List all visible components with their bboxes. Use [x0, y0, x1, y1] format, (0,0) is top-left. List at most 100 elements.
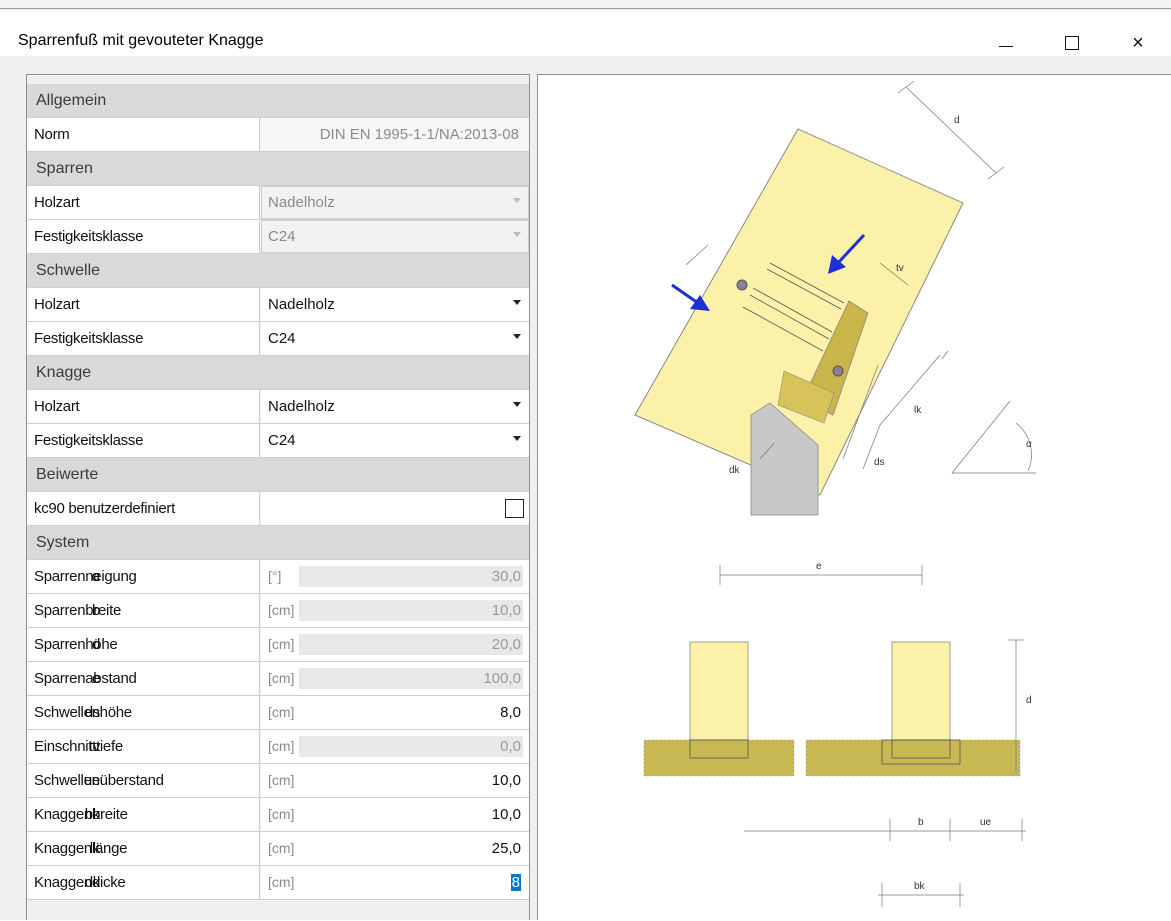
system-value-field[interactable]: [cm] 8	[261, 866, 529, 899]
system-value-field: [cm] 0,0	[261, 730, 529, 763]
property-name: Sparrenhöhe d	[27, 628, 260, 661]
readonly-value-box	[299, 566, 523, 587]
section-label: Allgemein	[36, 92, 107, 109]
readonly-value-box	[299, 600, 523, 621]
dim-label-ds: ds	[874, 457, 885, 468]
section-label: Sparren	[36, 160, 93, 177]
property-name: Holzart	[27, 186, 260, 219]
property-label: Norm	[34, 126, 70, 143]
value-text: 10,0	[492, 602, 521, 619]
row-sparren-festigkeitsklasse: Festigkeitsklasse C24	[27, 220, 529, 254]
value: 0,0	[500, 738, 521, 755]
minimize-button[interactable]	[983, 20, 1029, 66]
unit-label: [cm]	[268, 840, 295, 856]
system-value-field: [cm] 10,0	[261, 594, 529, 627]
system-row: Sparrenhöhe d [cm] 20,0	[27, 628, 529, 662]
property-symbol: ue	[83, 772, 100, 789]
system-row: Sparrenneigung α [°] 30,0	[27, 560, 529, 594]
rafter-detail-drawing: d tv lk ds dk α e d b ue bk	[634, 80, 1036, 907]
property-symbol: α	[91, 568, 101, 585]
kc90-value	[261, 492, 529, 525]
system-value-field: [°] 30,0	[261, 560, 529, 593]
maximize-button[interactable]	[1049, 20, 1095, 66]
system-value-field[interactable]: [cm] 25,0	[261, 832, 529, 865]
unit-label: [cm]	[268, 670, 295, 686]
unit-label: [cm]	[268, 738, 295, 754]
chevron-down-icon[interactable]	[513, 300, 521, 305]
dim-label-d-side: d	[1026, 695, 1032, 706]
property-name: Holzart	[27, 390, 260, 423]
drawing-panel: d tv lk ds dk α e d b ue bk	[537, 74, 1171, 920]
section-system: System	[27, 526, 529, 560]
system-value-field[interactable]: [cm] 10,0	[261, 798, 529, 831]
readonly-value-box	[299, 736, 523, 757]
system-value-field: [cm] 100,0	[261, 662, 529, 695]
window-title: Sparrenfuß mit gevouteter Knagge	[18, 32, 264, 49]
row-knagge-holzart: Holzart Nadelholz	[27, 390, 529, 424]
knagge-festigkeitsklasse-select[interactable]: C24	[261, 424, 529, 457]
dim-label-bk: bk	[914, 881, 926, 892]
value-text: 8	[510, 874, 521, 891]
select-value: Nadelholz	[268, 398, 335, 415]
dim-label-d: d	[954, 115, 960, 126]
unit-label: [°]	[268, 568, 282, 584]
dim-label-lk: lk	[914, 405, 922, 416]
property-name: Knaggenbreite bk	[27, 798, 260, 831]
row-kc90: kc90 benutzerdefiniert	[27, 492, 529, 526]
system-row: Sparrenabstand e [cm] 100,0	[27, 662, 529, 696]
value-text: 25,0	[492, 840, 521, 857]
bolt-icon	[736, 279, 748, 291]
unit-label: [cm]	[268, 874, 295, 890]
value-text: 20,0	[492, 636, 521, 653]
property-name: Holzart	[27, 288, 260, 321]
knagge-holzart-select[interactable]: Nadelholz	[261, 390, 529, 423]
dim-label-dk: dk	[729, 465, 741, 476]
section-label: Schwelle	[36, 262, 101, 279]
value-text: 10,0	[492, 772, 521, 789]
property-symbol: dk	[84, 874, 101, 891]
minimize-icon	[999, 45, 1013, 47]
title-bar: Sparrenfuß mit gevouteter Knagge ×	[0, 10, 1171, 56]
property-name: Festigkeitsklasse	[27, 220, 260, 253]
value: 100,0	[483, 670, 521, 687]
chevron-down-icon[interactable]	[513, 402, 521, 407]
bolt-icon	[832, 365, 844, 377]
system-row: Schwellenüberstand ue [cm] 10,0	[27, 764, 529, 798]
value: 10,0	[491, 806, 521, 823]
property-name: Einschnitttiefe tv	[27, 730, 260, 763]
property-label: Holzart	[34, 398, 80, 415]
row-knagge-festigkeitsklasse: Festigkeitsklasse C24	[27, 424, 529, 458]
close-button[interactable]: ×	[1115, 20, 1161, 66]
chevron-down-icon[interactable]	[513, 334, 521, 339]
property-name: Festigkeitsklasse	[27, 424, 260, 457]
property-label: Festigkeitsklasse	[34, 432, 144, 449]
select-value: C24	[268, 228, 296, 245]
readonly-value-box	[299, 634, 523, 655]
system-value-field[interactable]: [cm] 8,0	[261, 696, 529, 729]
section-label: System	[36, 534, 90, 551]
unit-label: [cm]	[268, 636, 295, 652]
property-symbol: d	[91, 636, 100, 653]
value: 10,0	[491, 772, 521, 789]
rafter-section-left	[689, 641, 749, 741]
chevron-down-icon[interactable]	[513, 436, 521, 441]
dialog-window: Sparrenfuß mit gevouteter Knagge × Allge…	[0, 0, 1171, 920]
property-symbol: lk	[89, 840, 101, 857]
chevron-down-icon	[513, 232, 521, 237]
section-label: Beiwerte	[36, 466, 99, 483]
schwelle-festigkeitsklasse-select[interactable]: C24	[261, 322, 529, 355]
dim-label-tv: tv	[896, 263, 904, 274]
property-symbol: bk	[84, 806, 101, 823]
value: 30,0	[491, 568, 521, 585]
property-symbol: tv	[88, 738, 100, 755]
property-name: Sparrenneigung α	[27, 560, 260, 593]
schwelle-holzart-select[interactable]: Nadelholz	[261, 288, 529, 321]
unit-label: [cm]	[268, 602, 295, 618]
value-text: 8,0	[500, 704, 521, 721]
chevron-down-icon	[513, 198, 521, 203]
section-view: e d b ue bk	[643, 561, 1032, 907]
system-value-field[interactable]: [cm] 10,0	[261, 764, 529, 797]
kc90-checkbox[interactable]	[505, 499, 524, 518]
property-symbol: b	[91, 602, 100, 619]
section-label: Knagge	[36, 364, 92, 381]
